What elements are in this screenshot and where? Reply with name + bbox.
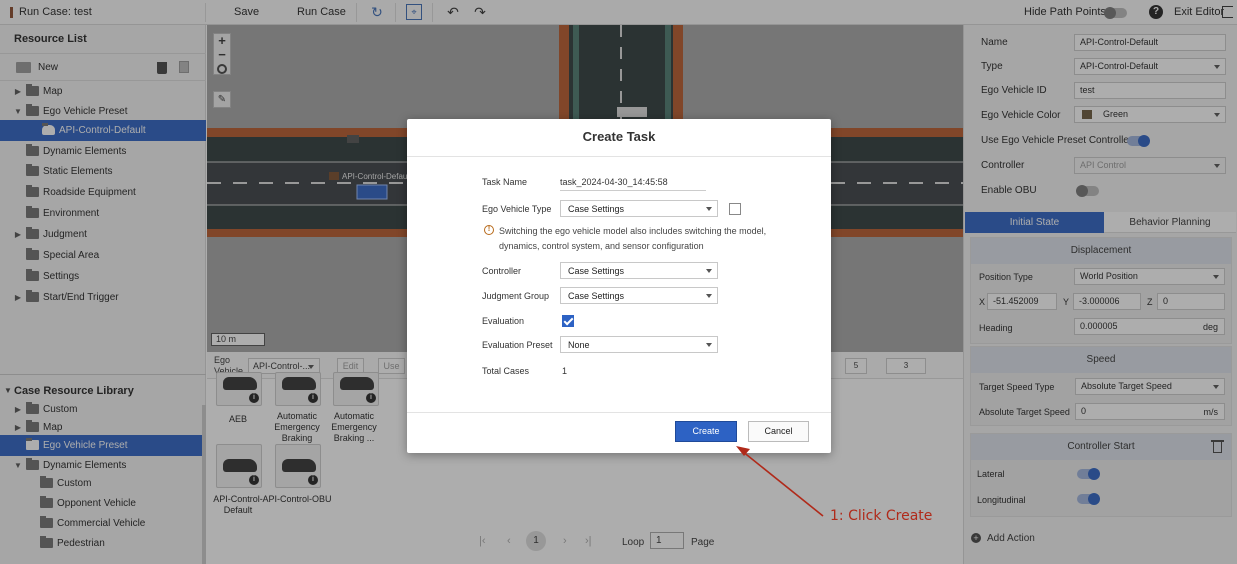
create-task-dialog: Create Task Task Name task_2024-04-30_14… <box>407 119 831 453</box>
chevron-down-icon <box>706 207 712 211</box>
total-cases-value: 1 <box>562 366 568 376</box>
evaluation-label: Evaluation <box>482 316 525 326</box>
chevron-down-icon <box>706 269 712 273</box>
cancel-button-label: Cancel <box>764 426 793 436</box>
evaluation-checkbox[interactable] <box>562 315 574 327</box>
dialog-footer <box>407 412 831 413</box>
chevron-down-icon <box>706 343 712 347</box>
judgment-group-select[interactable]: Case Settings <box>560 287 718 304</box>
dialog-title: Create Task <box>407 119 831 157</box>
ego-type-select[interactable]: Case Settings <box>560 200 718 217</box>
evaluation-preset-select[interactable]: None <box>560 336 718 353</box>
controller-value: Case Settings <box>568 266 625 276</box>
controller-select[interactable]: Case Settings <box>560 262 718 279</box>
total-cases-label: Total Cases <box>482 366 530 376</box>
judgment-group-value: Case Settings <box>568 291 625 301</box>
create-button-label: Create <box>692 426 720 436</box>
controller-label: Controller <box>482 266 522 276</box>
evaluation-preset-label: Evaluation Preset <box>482 340 553 350</box>
switch-notice: Switching the ego vehicle model also inc… <box>499 226 767 251</box>
task-name-value: task_2024-04-30_14:45:58 <box>560 177 668 187</box>
warning-icon: ! <box>484 225 494 235</box>
annotation-label: 1: Click Create <box>830 508 933 524</box>
task-name-input[interactable]: task_2024-04-30_14:45:58 <box>560 174 706 191</box>
ego-type-value: Case Settings <box>568 204 625 214</box>
create-button[interactable]: Create <box>675 421 737 442</box>
evaluation-preset-value: None <box>568 340 590 350</box>
judgment-group-label: Judgment Group <box>482 291 550 301</box>
ego-type-checkbox[interactable] <box>729 203 741 215</box>
ego-type-label: Ego Vehicle Type <box>482 204 552 214</box>
task-name-label: Task Name <box>482 177 528 187</box>
chevron-down-icon <box>706 294 712 298</box>
cancel-button[interactable]: Cancel <box>748 421 809 442</box>
